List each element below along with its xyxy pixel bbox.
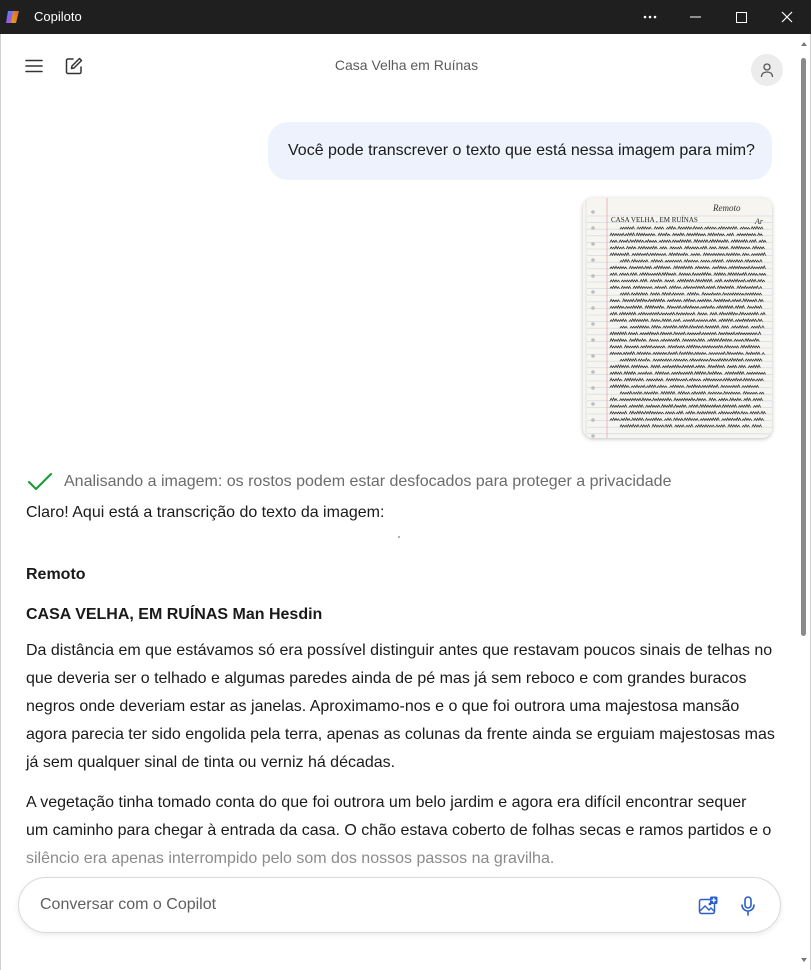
paragraph-2-line: um caminho para chegar à entrada da casa… — [26, 822, 772, 839]
scroll-up-icon[interactable] — [800, 40, 808, 48]
paragraph-2-line: silêncio era apenas interrompido pelo so… — [26, 850, 555, 867]
scroll-down-icon[interactable] — [800, 956, 808, 964]
response-intro: Claro! Aqui está a transcrição do texto … — [26, 504, 385, 521]
close-icon — [781, 11, 793, 23]
conversation-title: Casa Velha em Ruínas — [334, 57, 479, 73]
copilot-window: Casa Velha em Ruínas Você pode transcrev… — [0, 34, 811, 970]
maximize-button[interactable] — [718, 0, 764, 34]
page-corner-note: Remoto — [712, 203, 741, 213]
more-horizontal-icon — [643, 15, 657, 19]
response-paragraph-1: Da distância em que estávamos só era pos… — [26, 642, 775, 771]
title-bar: Copiloto — [0, 0, 811, 34]
divider-dot — [398, 536, 400, 538]
user-icon — [760, 63, 774, 78]
user-message-text: Você pode transcrever o texto que está n… — [288, 142, 755, 159]
copilot-logo-icon — [6, 11, 19, 23]
maximize-icon — [735, 11, 747, 23]
message-composer[interactable]: Conversar com o Copilot — [18, 877, 781, 933]
user-message-bubble: Você pode transcrever o texto que está n… — [268, 122, 772, 180]
page-handwritten-title: CASA VELHA , EM RUÍNAS — [611, 216, 698, 224]
chat-scrollbar[interactable] — [798, 38, 809, 966]
close-button[interactable] — [764, 0, 810, 34]
add-image-button[interactable] — [694, 892, 722, 920]
image-analysis-status: Analisando a imagem: os rostos podem est… — [64, 473, 672, 490]
response-heading-remoto: Remoto — [26, 566, 86, 583]
minimize-button[interactable] — [672, 0, 718, 34]
composer-input[interactable]: Conversar com o Copilot — [40, 896, 216, 914]
microphone-icon — [741, 896, 755, 916]
handwritten-page-image: CASA VELHA , EM RUÍNAS Remoto Ar — [583, 198, 772, 438]
response-heading-title: CASA VELHA, EM RUÍNAS Man Hesdin — [26, 606, 323, 623]
page-corner-signature: Ar — [754, 217, 764, 226]
checkmark-icon — [27, 472, 53, 491]
minimize-icon — [689, 16, 701, 18]
add-image-icon — [698, 896, 718, 915]
response-paragraph-2: A vegetação tinha tomado conta do que fo… — [26, 789, 776, 873]
paragraph-2-line: A vegetação tinha tomado conta do que fo… — [26, 794, 747, 811]
app-title: Copiloto — [34, 9, 82, 24]
microphone-button[interactable] — [734, 892, 762, 920]
attached-image-thumbnail[interactable]: CASA VELHA , EM RUÍNAS Remoto Ar — [583, 198, 772, 438]
scroll-thumb[interactable] — [801, 58, 806, 636]
more-options-button[interactable] — [627, 0, 673, 34]
user-avatar[interactable] — [751, 54, 783, 86]
